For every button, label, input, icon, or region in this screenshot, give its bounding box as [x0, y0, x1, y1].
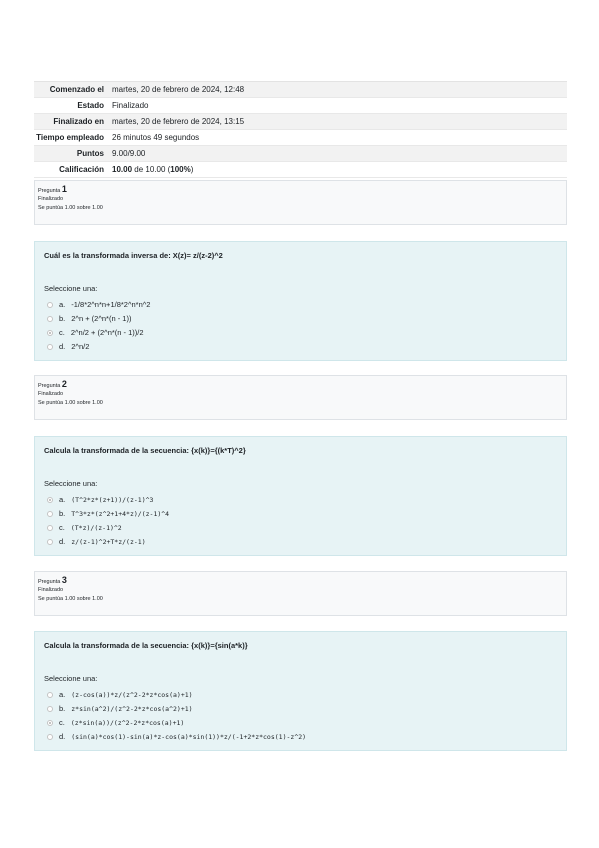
option-text: (T^2*z*(z+1))/(z-1)^3 — [71, 495, 154, 504]
radio-button[interactable] — [47, 315, 53, 322]
option-letter: d. — [59, 732, 66, 741]
answer-option[interactable]: a. (T^2*z*(z+1))/(z-1)^3 — [47, 495, 153, 504]
summary-value: 10.00 de 10.00 (100%) — [108, 162, 567, 177]
radio-button[interactable] — [47, 691, 53, 698]
answer-option[interactable]: a. -1/8*2^n*n+1/8*2^n*n^2 — [47, 300, 150, 309]
option-text: 2^n/2 — [71, 342, 90, 351]
answer-option[interactable]: b. z*sin(a^2)/(z^2-2*z*cos(a^2)+1) — [47, 704, 193, 713]
summary-value: 26 minutos 49 segundos — [112, 133, 200, 142]
answer-prompt: Seleccione una: — [44, 479, 98, 488]
question-grade: Se puntúa 1.00 sobre 1.00 — [38, 400, 103, 406]
radio-button[interactable] — [47, 301, 53, 308]
radio-button[interactable] — [47, 510, 53, 517]
summary-key: Estado — [77, 101, 104, 110]
option-text: (z*sin(a))/(z^2-2*z*cos(a)+1) — [70, 718, 185, 727]
option-letter: b. — [59, 509, 66, 518]
question-number-value: 3 — [61, 575, 67, 585]
question-state: Finalizado — [38, 391, 64, 397]
question-number: Pregunta 2 — [38, 380, 566, 390]
question-content-1: Cuál es la transformada inversa de: X(z)… — [34, 241, 567, 361]
question-info-2: Pregunta 2 Finalizado Se puntúa 1.00 sob… — [34, 375, 567, 420]
summary-key: Tiempo empleado — [36, 133, 104, 142]
answer-option[interactable]: b. T^3*z*(z^2+1+4*z)/(z-1)^4 — [47, 509, 169, 518]
question-grade: Se puntúa 1.00 sobre 1.00 — [38, 205, 103, 211]
question-state: Finalizado — [38, 196, 64, 202]
option-letter: a. — [59, 690, 66, 699]
option-text: (z-cos(a))*z/(z^2-2*z*cos(a)+1) — [71, 690, 193, 699]
option-letter: b. — [59, 704, 66, 713]
summary-key: Comenzado el — [49, 85, 104, 94]
radio-button[interactable] — [47, 733, 53, 740]
question-number: Pregunta 3 — [38, 576, 566, 586]
summary-value: martes, 20 de febrero de 2024, 13:15 — [112, 117, 245, 126]
summary-value: martes, 20 de febrero de 2024, 12:48 — [112, 85, 245, 94]
question-number-value: 1 — [61, 184, 67, 194]
answer-option[interactable]: d. z/(z-1)^2+T*z/(z-1) — [47, 537, 146, 546]
summary-key: Calificación — [59, 165, 104, 174]
answer-option[interactable]: c. 2^n/2 + (2^n*(n - 1))/2 — [47, 328, 144, 337]
question-label: Pregunta — [38, 579, 61, 585]
option-letter: b. — [59, 314, 66, 323]
summary-row-points: Puntos 9.00/9.00 — [34, 146, 567, 162]
option-letter: c. — [59, 523, 65, 532]
grade-percent: 100% — [170, 165, 191, 174]
question-number: Pregunta 1 — [38, 185, 566, 195]
question-label: Pregunta — [38, 188, 61, 194]
question-info-1: Pregunta 1 Finalizado Se puntúa 1.00 sob… — [34, 180, 567, 225]
summary-row-started: Comenzado el martes, 20 de febrero de 20… — [34, 82, 567, 98]
answer-prompt: Seleccione una: — [44, 674, 98, 683]
answer-option[interactable]: d. 2^n/2 — [47, 342, 89, 351]
question-state: Finalizado — [38, 587, 64, 593]
summary-row-time: Tiempo empleado 26 minutos 49 segundos — [34, 130, 567, 146]
option-letter: a. — [59, 495, 66, 504]
option-text: T^3*z*(z^2+1+4*z)/(z-1)^4 — [71, 509, 170, 518]
summary-key: Finalizado en — [53, 117, 104, 126]
option-text: 2^n/2 + (2^n*(n - 1))/2 — [70, 328, 144, 337]
grade-total: de 10.00 ( — [132, 165, 171, 174]
attempt-summary-table: Comenzado el martes, 20 de febrero de 20… — [34, 81, 567, 178]
answer-option[interactable]: a. (z-cos(a))*z/(z^2-2*z*cos(a)+1) — [47, 690, 193, 699]
radio-button[interactable] — [47, 524, 53, 531]
summary-value: Finalizado — [112, 101, 149, 110]
question-text: Cuál es la transformada inversa de: X(z)… — [44, 251, 223, 260]
option-letter: d. — [59, 537, 66, 546]
option-text: (T*z)/(z-1)^2 — [70, 523, 122, 532]
question-content-3: Calcula la transformada de la secuencia:… — [34, 631, 567, 751]
question-info-3: Pregunta 3 Finalizado Se puntúa 1.00 sob… — [34, 571, 567, 616]
answer-prompt: Seleccione una: — [44, 284, 98, 293]
option-text: -1/8*2^n*n+1/8*2^n*n^2 — [71, 300, 151, 309]
question-grade: Se puntúa 1.00 sobre 1.00 — [38, 596, 103, 602]
summary-value: 9.00/9.00 — [112, 149, 146, 158]
option-letter: c. — [59, 718, 65, 727]
summary-row-state: Estado Finalizado — [34, 98, 567, 114]
option-letter: a. — [59, 300, 66, 309]
question-text: Calcula la transformada de la secuencia:… — [44, 641, 248, 650]
option-letter: d. — [59, 342, 66, 351]
radio-button-selected[interactable] — [47, 496, 53, 503]
option-text: (sin(a)*cos(1)-sin(a)*z-cos(a)*sin(1))*z… — [71, 732, 307, 741]
grade-close: ) — [190, 165, 194, 174]
question-content-2: Calcula la transformada de la secuencia:… — [34, 436, 567, 556]
answer-option[interactable]: b. 2^n + (2^n*(n - 1)) — [47, 314, 131, 323]
grade-value: 10.00 — [112, 165, 133, 174]
summary-key: Puntos — [76, 149, 104, 158]
radio-button[interactable] — [47, 343, 53, 350]
option-text: z/(z-1)^2+T*z/(z-1) — [71, 537, 146, 546]
option-text: 2^n + (2^n*(n - 1)) — [71, 314, 132, 323]
question-number-value: 2 — [61, 379, 67, 389]
answer-option[interactable]: c. (z*sin(a))/(z^2-2*z*cos(a)+1) — [47, 718, 184, 727]
option-text: z*sin(a^2)/(z^2-2*z*cos(a^2)+1) — [71, 704, 193, 713]
answer-option[interactable]: c. (T*z)/(z-1)^2 — [47, 523, 122, 532]
question-text: Calcula la transformada de la secuencia:… — [44, 446, 246, 455]
summary-row-finished: Finalizado en martes, 20 de febrero de 2… — [34, 114, 567, 130]
radio-button-selected[interactable] — [47, 719, 53, 726]
answer-option[interactable]: d. (sin(a)*cos(1)-sin(a)*z-cos(a)*sin(1)… — [47, 732, 306, 741]
question-label: Pregunta — [38, 383, 61, 389]
radio-button[interactable] — [47, 705, 53, 712]
radio-button[interactable] — [47, 538, 53, 545]
option-letter: c. — [59, 328, 65, 337]
summary-row-grade: Calificación 10.00 de 10.00 (100%) — [34, 162, 567, 178]
radio-button-selected[interactable] — [47, 329, 53, 336]
